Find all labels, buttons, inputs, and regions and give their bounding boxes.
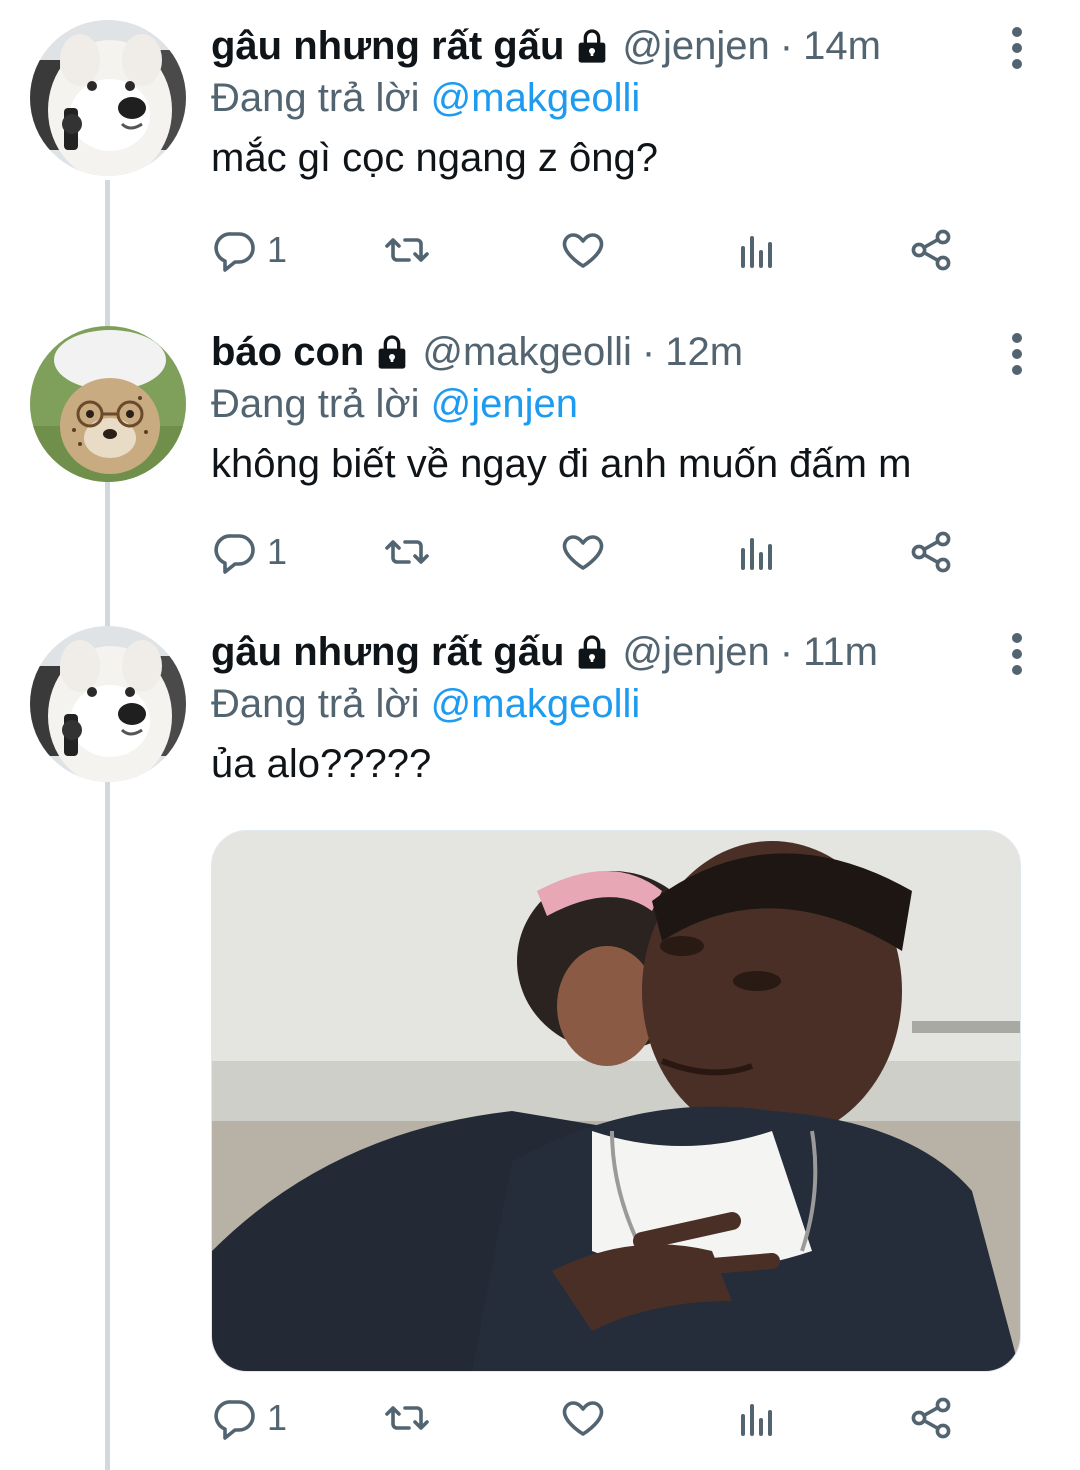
tweet-header: báo con @makgeolli · 12m <box>211 326 1020 378</box>
reply-icon <box>214 534 255 574</box>
tweet-text: ủa alo????? <box>211 742 432 786</box>
heart-icon <box>562 233 604 268</box>
mention-link[interactable]: @jenjen <box>431 382 578 426</box>
heart-icon <box>562 535 604 570</box>
like-button[interactable] <box>559 522 607 582</box>
separator-dot: · <box>779 630 794 674</box>
lock-icon <box>579 635 606 669</box>
display-name[interactable]: gâu nhưng rất gấu <box>211 20 564 72</box>
reply-count: 1 <box>267 1397 288 1438</box>
more-vertical-icon[interactable] <box>1002 26 1032 70</box>
share-button[interactable] <box>907 220 955 280</box>
timestamp[interactable]: 12m <box>665 326 743 378</box>
heart-icon <box>562 1401 604 1436</box>
views-button[interactable] <box>733 220 781 280</box>
avatar[interactable] <box>30 20 186 176</box>
tweet-actions: 1 <box>211 1388 971 1448</box>
replying-prefix: Đang trả lời <box>211 76 420 120</box>
tweet-actions: 1 <box>211 522 971 582</box>
replying-to: Đang trả lời @makgeolli <box>211 678 1020 730</box>
tweet-text: không biết về ngay đi anh muốn đấm m <box>211 442 912 486</box>
share-button[interactable] <box>907 1388 955 1448</box>
tweet-header: gâu nhưng rất gấu @jenjen · 14m <box>211 20 1020 72</box>
views-button[interactable] <box>733 522 781 582</box>
analytics-icon <box>741 1404 772 1436</box>
user-handle[interactable]: @makgeolli <box>422 326 632 378</box>
retweet-button[interactable] <box>383 522 431 582</box>
mention-link[interactable]: @makgeolli <box>431 682 641 726</box>
tweet[interactable]: gâu nhưng rất gấu @jenjen · 11m Đang trả… <box>0 626 1080 1470</box>
tweet[interactable]: gâu nhưng rất gấu @jenjen · 14m Đang trả… <box>0 20 1080 300</box>
avatar[interactable] <box>30 626 186 782</box>
separator-dot: · <box>641 330 656 374</box>
tweet-actions: 1 <box>211 220 971 280</box>
separator-dot: · <box>779 24 794 68</box>
replying-prefix: Đang trả lời <box>211 682 420 726</box>
retweet-button[interactable] <box>383 220 431 280</box>
tweet-media-image[interactable] <box>211 830 1021 1372</box>
like-button[interactable] <box>559 1388 607 1448</box>
user-handle[interactable]: @jenjen <box>622 626 769 678</box>
replying-to: Đang trả lời @makgeolli <box>211 72 1020 124</box>
more-vertical-icon[interactable] <box>1002 332 1032 376</box>
replying-prefix: Đang trả lời <box>211 382 420 426</box>
retweet-icon <box>385 238 429 262</box>
retweet-icon <box>385 540 429 564</box>
dog-avatar-icon <box>30 626 186 782</box>
more-vertical-icon[interactable] <box>1002 632 1032 676</box>
tweet[interactable]: báo con @makgeolli · 12m Đang trả lời @j… <box>0 326 1080 606</box>
reply-count: 1 <box>267 229 288 270</box>
mention-link[interactable]: @makgeolli <box>431 76 641 120</box>
share-icon <box>911 531 951 573</box>
dog-avatar-icon <box>30 20 186 176</box>
avatar[interactable] <box>30 326 186 482</box>
timestamp[interactable]: 11m <box>803 626 878 678</box>
photo-image <box>212 831 1020 1371</box>
share-button[interactable] <box>907 522 955 582</box>
lock-icon <box>579 29 606 63</box>
retweet-button[interactable] <box>383 1388 431 1448</box>
display-name[interactable]: báo con <box>211 326 364 378</box>
lock-icon <box>379 335 406 369</box>
analytics-icon <box>741 236 772 268</box>
display-name[interactable]: gâu nhưng rất gấu <box>211 626 564 678</box>
reply-icon <box>214 1400 255 1440</box>
share-icon <box>911 1397 951 1439</box>
timestamp[interactable]: 14m <box>803 20 881 72</box>
views-button[interactable] <box>733 1388 781 1448</box>
cheetah-cub-avatar-icon <box>30 326 186 482</box>
user-handle[interactable]: @jenjen <box>622 20 769 72</box>
like-button[interactable] <box>559 220 607 280</box>
analytics-icon <box>741 538 772 570</box>
tweet-text: mắc gì cọc ngang z ông? <box>211 136 658 180</box>
reply-icon <box>214 232 255 272</box>
reply-button[interactable]: 1 <box>211 1388 287 1448</box>
reply-button[interactable]: 1 <box>211 522 287 582</box>
replying-to: Đang trả lời @jenjen <box>211 378 1020 430</box>
tweet-header: gâu nhưng rất gấu @jenjen · 11m <box>211 626 1020 678</box>
retweet-icon <box>385 1406 429 1430</box>
reply-button[interactable]: 1 <box>211 220 287 280</box>
reply-count: 1 <box>267 531 288 572</box>
share-icon <box>911 229 951 271</box>
